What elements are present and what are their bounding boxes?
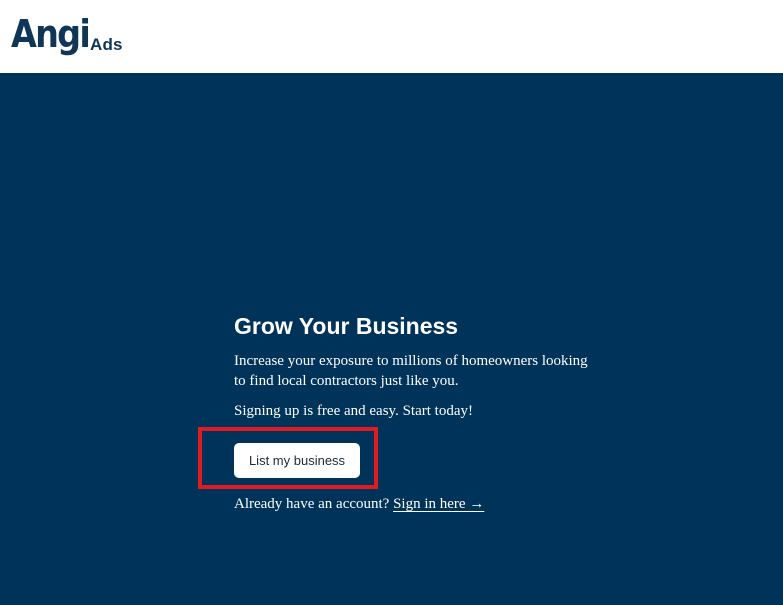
account-prompt-text: Already have an account? [234,496,390,512]
sign-in-label: Sign in here [393,496,466,512]
list-my-business-button[interactable]: List my business [234,443,360,478]
page-title: Grow Your Business [234,313,459,339]
angi-logo[interactable]: Angi [11,14,91,54]
signup-text: Signing up is free and easy. Start today… [234,403,473,419]
hero-description: Increase your exposure to millions of ho… [234,353,588,389]
logo-suffix-ads: Ads [90,35,123,54]
signin-prompt: Already have an account? Sign in here → [234,494,484,514]
top-header: Angi Ads [0,0,783,73]
arrow-right-icon: → [469,496,485,512]
sign-in-link[interactable]: Sign in here → [393,496,484,512]
